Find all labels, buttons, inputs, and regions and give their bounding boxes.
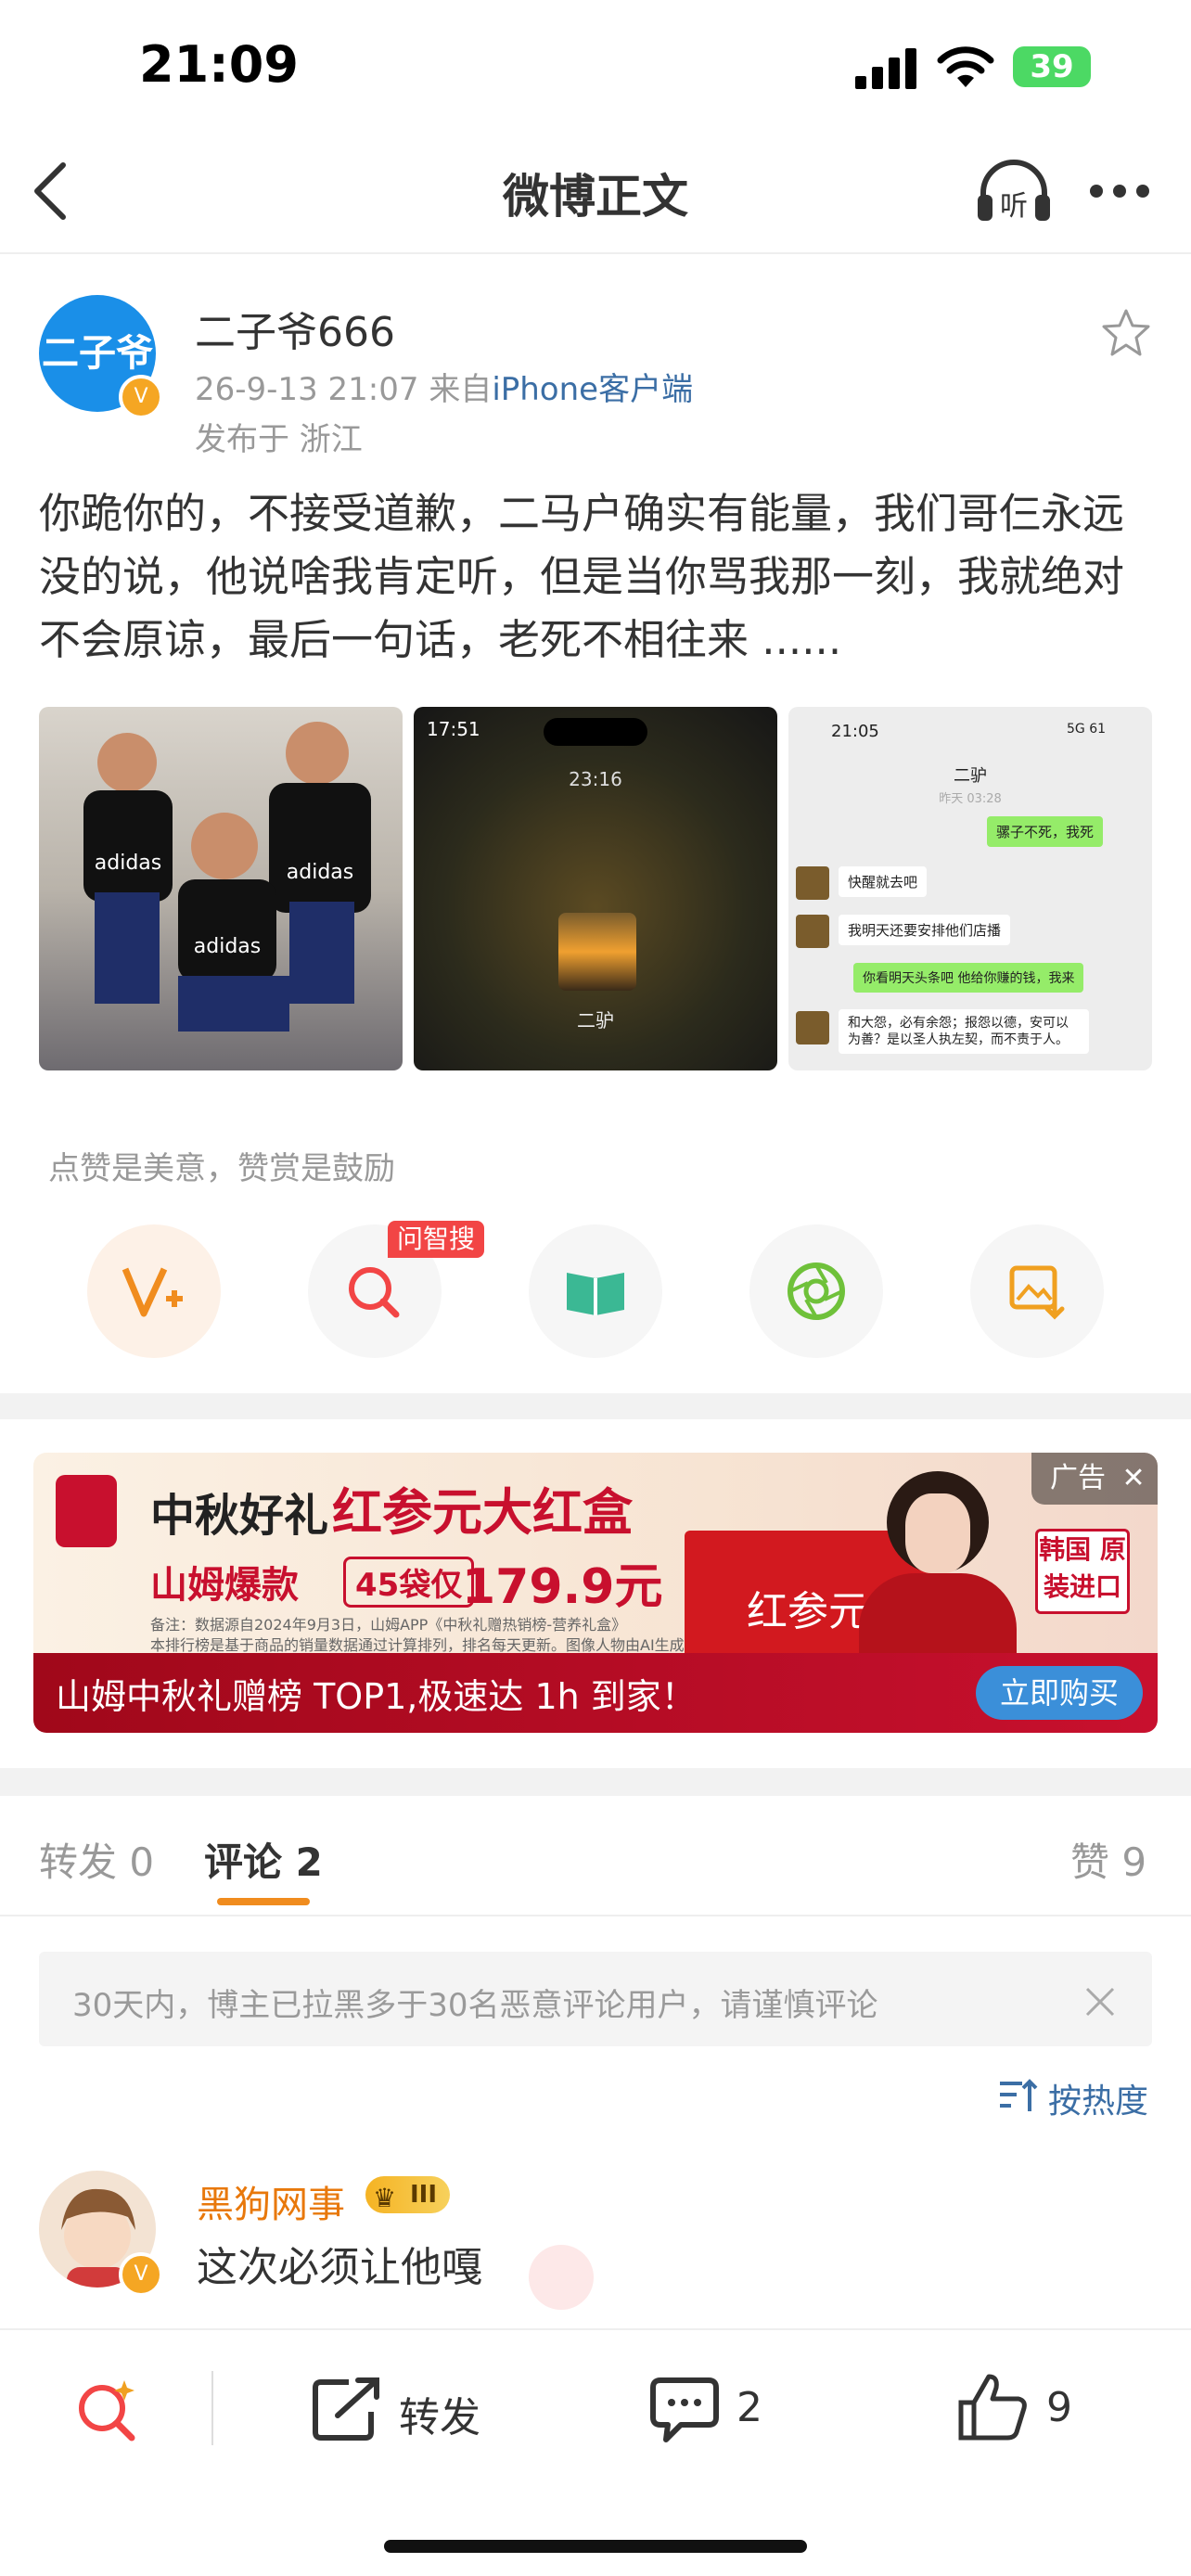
sort-icon[interactable] — [998, 2078, 1039, 2115]
photo-3-avatar — [796, 1011, 829, 1044]
nav-divider — [0, 252, 1191, 254]
ad-pack-label: 45袋仅 — [343, 1557, 475, 1608]
close-notice-icon[interactable] — [1083, 1985, 1117, 2019]
comment-sticker-icon — [529, 2245, 594, 2310]
comment-notice-text: 30天内，博主已拉黑多于30名恶意评论用户，请谨慎评论 — [72, 1987, 878, 2024]
ad-model-face — [905, 1493, 970, 1573]
verified-badge-icon: V — [119, 375, 163, 419]
comment-count[interactable]: 2 — [736, 2384, 762, 2431]
crown-icon: ♛ — [373, 2183, 397, 2213]
tab-active-indicator — [217, 1898, 310, 1905]
photo-3-chat-title: 二驴 — [954, 766, 987, 786]
ad-headline-a: 中秋好礼 — [150, 1490, 329, 1542]
ad-price: 179.9元 — [462, 1559, 663, 1615]
photo-1-people-image: adidas adidas adidas — [83, 722, 371, 1032]
post-photo-1[interactable]: adidas adidas adidas — [39, 707, 403, 1070]
post-body-text: 你跪你的，不接受道歉，二马户确实有能量，我们哥仨永远没的说，他说啥我肯定听，但是… — [39, 489, 1125, 664]
svg-text:听: 听 — [1000, 190, 1028, 223]
svg-text:adidas: adidas — [287, 861, 353, 884]
like-count[interactable]: 9 — [1046, 2384, 1072, 2431]
repost-icon[interactable] — [312, 2377, 382, 2441]
aperture-icon — [788, 1262, 845, 1320]
battery-indicator: 39 — [1013, 46, 1091, 87]
photo-3-avatar — [796, 866, 829, 900]
repost-button[interactable]: 转发 — [399, 2384, 480, 2443]
photo-3-avatar — [796, 915, 829, 948]
member-level-text: III — [410, 2181, 438, 2209]
reward-v-plus-icon — [122, 1267, 183, 1317]
photo-2-duration: 23:16 — [569, 768, 622, 790]
image-download-icon — [1009, 1265, 1065, 1320]
photo-3-chat-date: 昨天 03:28 — [939, 792, 1002, 806]
ai-search-badge: 问智搜 — [388, 1221, 485, 1258]
photo-3-msg-3: 我明天还要安排他们店播 — [839, 915, 1011, 945]
ad-banner[interactable]: 中秋好礼 红参元大红盒 山姆爆款 45袋仅 179.9元 备注：数据源自2024… — [33, 1453, 1158, 1733]
photo-3-msg-5: 和大怨，必有余怨；报怨以德，安可以为善？是以圣人执左契，而不责于人。 — [839, 1009, 1089, 1054]
status-time: 21:09 — [139, 35, 299, 94]
post-meta: 26-9-13 21:07 来自iPhone客户端 — [195, 364, 693, 409]
reward-button[interactable] — [87, 1224, 221, 1358]
photo-2-thumbnail — [558, 913, 636, 991]
tab-likes[interactable]: 赞 9 — [1070, 1831, 1146, 1888]
post-photo-2[interactable]: 17:51 23:16 二驴 — [414, 707, 777, 1070]
wifi-icon — [937, 46, 994, 87]
ad-hot-label: 山姆爆款 — [150, 1564, 299, 1607]
ad-close-icon[interactable]: ✕ — [1122, 1462, 1146, 1494]
commenter-name[interactable]: 黑狗网事 — [197, 2174, 345, 2228]
svg-text:adidas: adidas — [95, 852, 161, 875]
like-hint: 点赞是美意，赞赏是鼓励 — [48, 1150, 395, 1187]
save-image-button[interactable] — [970, 1224, 1104, 1358]
section-gap — [0, 1393, 1191, 1419]
comment-text: 这次必须让他嘎 — [197, 2244, 482, 2291]
section-gap — [0, 1768, 1191, 1796]
author-name[interactable]: 二子爷666 — [195, 299, 395, 358]
tab-comments[interactable]: 评论 2 — [204, 1831, 323, 1888]
post-source-prefix: 来自 — [429, 371, 493, 408]
bottom-separator — [211, 2371, 213, 2445]
ad-fineprint-2: 本排行榜是基于商品的销量数据通过计算排列，排名每天更新。图像人物由AI生成 — [150, 1636, 685, 1654]
tab-repost[interactable]: 转发 0 — [39, 1831, 154, 1888]
svg-text:adidas: adidas — [194, 935, 261, 958]
favorite-star-icon[interactable] — [1100, 308, 1152, 358]
like-thumb-icon[interactable] — [957, 2371, 1028, 2441]
camera-button[interactable] — [749, 1224, 883, 1358]
ai-search-bottom-icon[interactable] — [72, 2375, 141, 2443]
photo-2-status-time: 17:51 — [427, 718, 480, 740]
photo-3-msg-2: 快醒就去吧 — [839, 866, 928, 897]
sort-by-hot[interactable]: 按热度 — [1048, 2074, 1148, 2122]
book-icon — [567, 1273, 624, 1315]
photo-2-caption: 二驴 — [577, 1009, 614, 1032]
tabs-divider — [0, 1915, 1191, 1916]
ad-buy-button[interactable]: 立即购买 — [976, 1666, 1143, 1720]
post-location: 发布于 浙江 — [195, 421, 363, 458]
cellular-signal-icon — [855, 48, 916, 89]
ai-search-icon — [349, 1267, 400, 1318]
ad-brand-logo — [56, 1475, 117, 1547]
ad-fineprint-1: 备注：数据源自2024年9月3日，山姆APP《中秋礼赠热销榜-营养礼盒》 — [150, 1616, 627, 1634]
photo-3-msg-1: 骡子不死，我死 — [987, 816, 1104, 847]
member-level-badge: ♛ III — [365, 2176, 451, 2213]
ad-origin-badge: 韩国 原装进口 — [1035, 1529, 1130, 1614]
post-source-link[interactable]: iPhone客户端 — [492, 371, 693, 408]
photo-3-msg-4: 你看明天头条吧 他给你赚的钱，我来 — [853, 963, 1084, 993]
post-photo-3[interactable]: 21:05 5G 61 二驴 昨天 03:28 骡子不死，我死 快醒就去吧 我明… — [788, 707, 1152, 1070]
commenter-verified-icon: V — [119, 2252, 163, 2297]
ad-label[interactable]: 广告 ✕ — [1031, 1453, 1158, 1505]
post-date: 26-9-13 21:07 — [195, 371, 419, 408]
home-indicator — [384, 2540, 807, 2553]
more-options-icon[interactable] — [1087, 182, 1152, 200]
ad-banner-text: 山姆中秋礼赠榜 TOP1,极速达 1h 到家！ — [56, 1676, 697, 1717]
photo-2-dynamic-island — [544, 718, 647, 746]
photo-3-status-time: 21:05 — [831, 722, 879, 741]
photo-3-status-net: 5G 61 — [1067, 722, 1107, 737]
ad-headline-b: 红参元大红盒 — [332, 1483, 633, 1542]
ad-label-text: 广告 — [1050, 1462, 1106, 1494]
comment-icon[interactable] — [649, 2377, 720, 2443]
read-button[interactable] — [529, 1224, 662, 1358]
listen-headphones-icon[interactable]: 听 — [976, 158, 1052, 224]
